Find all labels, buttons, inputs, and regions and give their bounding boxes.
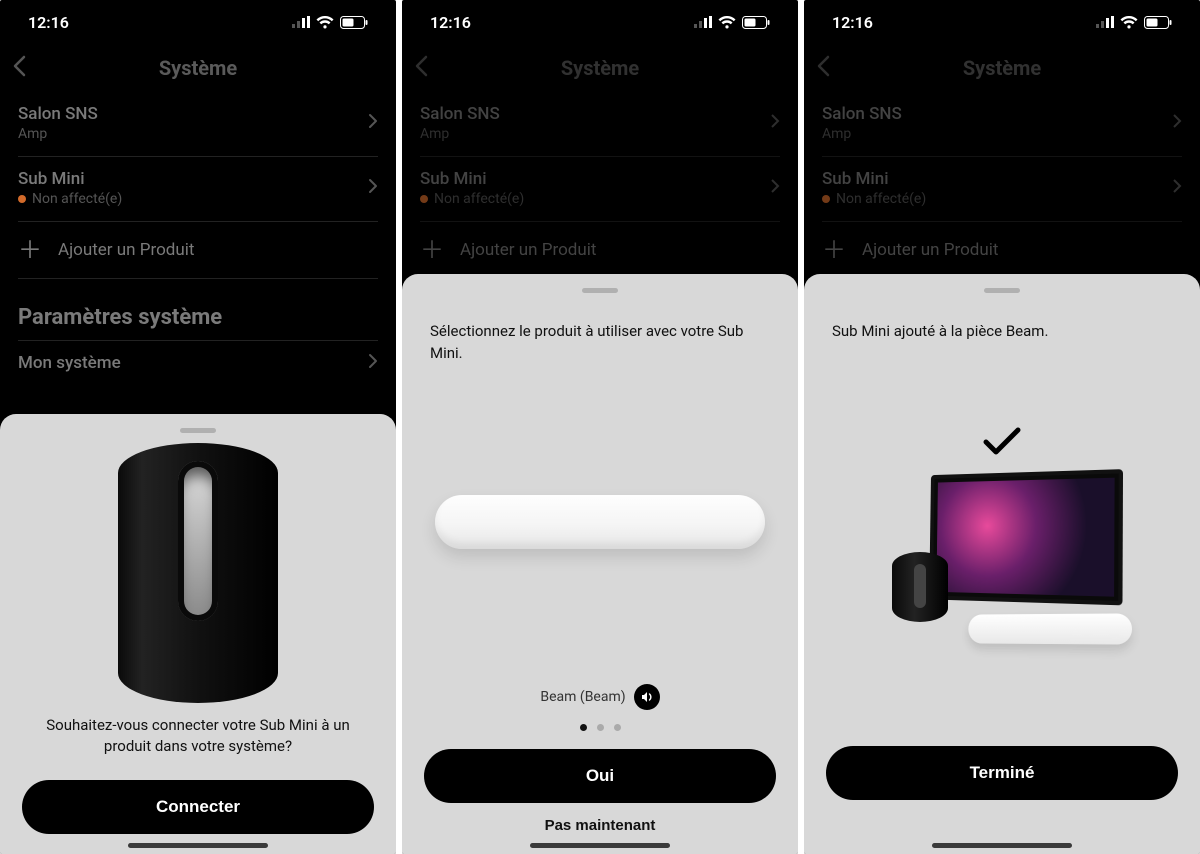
pager-dot-3[interactable]	[614, 724, 621, 731]
status-bar: 12:16	[402, 0, 798, 44]
system-list: Salon SNS Amp Sub Mini Non affecté(e) ＋ …	[402, 92, 798, 279]
status-icons	[292, 16, 368, 29]
battery-icon	[1144, 16, 1172, 29]
row-room-sub: Amp	[18, 126, 98, 142]
not-now-button[interactable]: Pas maintenant	[545, 817, 656, 834]
screen-3: 12:16 Système Salon SNS Amp Sub Mini Non…	[804, 0, 1200, 854]
product-beam-label-row: Beam (Beam)	[540, 684, 659, 710]
product-submini-image	[98, 443, 298, 703]
status-icons	[1096, 16, 1172, 29]
row-add-product: ＋ Ajouter un Produit	[822, 222, 1182, 279]
home-indicator[interactable]	[128, 843, 268, 848]
sheet-done: Sub Mini ajouté à la pièce Beam. Terminé	[804, 274, 1200, 854]
status-time: 12:16	[832, 13, 873, 32]
battery-icon	[340, 16, 368, 29]
cellular-icon	[1096, 16, 1114, 28]
wifi-icon	[316, 16, 334, 29]
battery-icon	[742, 16, 770, 29]
product-beam-label: Beam (Beam)	[540, 689, 625, 705]
row-add-product[interactable]: ＋ Ajouter un Produit	[18, 222, 378, 279]
connect-button[interactable]: Connecter	[22, 780, 374, 834]
row-my-system-title: Mon système	[18, 353, 121, 373]
cellular-icon	[694, 16, 712, 28]
status-bar: 12:16	[804, 0, 1200, 44]
nav-title: Système	[159, 56, 237, 80]
submini-image	[892, 552, 948, 622]
back-button[interactable]	[816, 55, 830, 81]
sheet-connect: Souhaitez-vous connecter votre Sub Mini …	[0, 414, 396, 854]
row-submini-sub: Non affecté(e)	[32, 191, 122, 207]
cellular-icon	[292, 16, 310, 28]
chevron-right-icon	[368, 178, 378, 198]
system-list: Salon SNS Amp Sub Mini Non affecté(e) ＋ …	[804, 92, 1200, 279]
product-beam-image[interactable]	[435, 487, 765, 557]
nav-header: Système	[402, 44, 798, 92]
chevron-right-icon	[1172, 178, 1182, 198]
section-title: Paramètres système	[18, 279, 378, 340]
status-dot-icon	[420, 195, 428, 203]
screen-2: 12:16 Système Salon SNS Amp Sub Mini Non…	[402, 0, 798, 854]
done-button[interactable]: Terminé	[826, 746, 1178, 800]
screen-1: 12:16 Système Salon SNS Amp	[0, 0, 396, 854]
home-indicator[interactable]	[530, 843, 670, 848]
status-bar: 12:16	[0, 0, 396, 44]
row-add-product: ＋ Ajouter un Produit	[420, 222, 780, 279]
sheet-select-text: Sélectionnez le produit à utiliser avec …	[430, 321, 770, 365]
tv-image	[929, 470, 1123, 606]
row-submini[interactable]: Sub Mini Non affecté(e)	[18, 157, 378, 222]
chevron-right-icon	[368, 353, 378, 373]
row-add-label: Ajouter un Produit	[58, 240, 194, 260]
plus-icon: ＋	[420, 238, 444, 262]
home-indicator[interactable]	[932, 843, 1072, 848]
sound-preview-button[interactable]	[634, 684, 660, 710]
nav-header: Système	[804, 44, 1200, 92]
sheet-grabber[interactable]	[180, 428, 216, 433]
row-submini: Sub Mini Non affecté(e)	[420, 157, 780, 222]
chevron-right-icon	[770, 178, 780, 198]
status-time: 12:16	[430, 13, 471, 32]
status-dot-icon	[822, 195, 830, 203]
product-setup-image	[852, 424, 1152, 664]
sheet-done-text: Sub Mini ajouté à la pièce Beam.	[832, 321, 1172, 343]
chevron-right-icon	[1172, 113, 1182, 133]
chevron-right-icon	[770, 113, 780, 133]
pager-dot-2[interactable]	[597, 724, 604, 731]
beam-image	[968, 614, 1132, 645]
yes-button[interactable]: Oui	[424, 749, 776, 803]
system-list: Salon SNS Amp Sub Mini Non affecté(e) ＋ …	[0, 92, 396, 387]
sheet-select-product: Sélectionnez le produit à utiliser avec …	[402, 274, 798, 854]
nav-title: Système	[561, 56, 639, 80]
status-icons	[694, 16, 770, 29]
sheet-connect-text: Souhaitez-vous connecter votre Sub Mini …	[42, 715, 354, 759]
plus-icon: ＋	[18, 238, 42, 262]
status-time: 12:16	[28, 13, 69, 32]
row-room: Salon SNS Amp	[822, 92, 1182, 157]
wifi-icon	[1120, 16, 1138, 29]
checkmark-icon	[982, 424, 1022, 462]
pager-dots	[580, 724, 621, 731]
back-button[interactable]	[12, 55, 26, 81]
sheet-grabber[interactable]	[984, 288, 1020, 293]
plus-icon: ＋	[822, 238, 846, 262]
nav-title: Système	[963, 56, 1041, 80]
row-my-system[interactable]: Mon système	[18, 340, 378, 387]
pager-dot-1[interactable]	[580, 724, 587, 731]
row-submini: Sub Mini Non affecté(e)	[822, 157, 1182, 222]
nav-header: Système	[0, 44, 396, 92]
back-button[interactable]	[414, 55, 428, 81]
status-dot-icon	[18, 195, 26, 203]
sheet-grabber[interactable]	[582, 288, 618, 293]
row-room-title: Salon SNS	[18, 104, 98, 124]
row-room: Salon SNS Amp	[420, 92, 780, 157]
wifi-icon	[718, 16, 736, 29]
row-submini-title: Sub Mini	[18, 169, 122, 189]
chevron-right-icon	[368, 113, 378, 133]
row-room[interactable]: Salon SNS Amp	[18, 92, 378, 157]
